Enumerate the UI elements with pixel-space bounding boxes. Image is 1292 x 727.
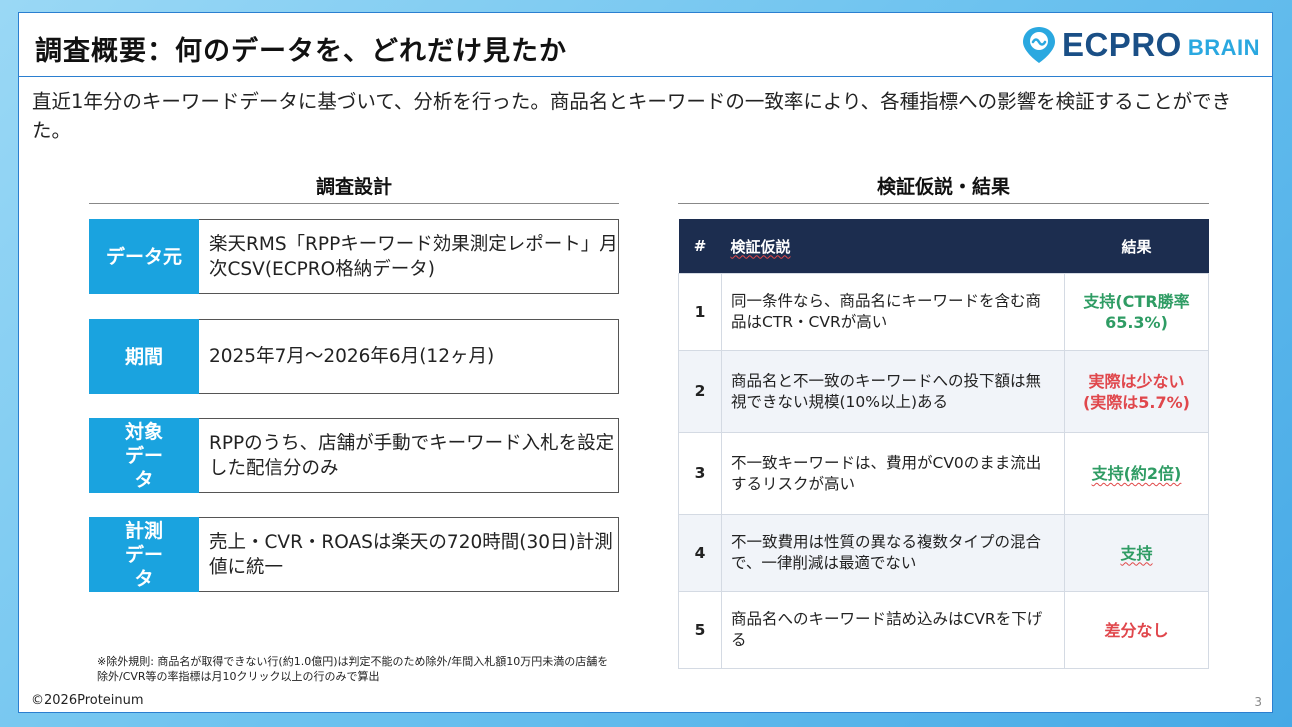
design-value: RPPのうち、店舗が手動でキーワード入札を設定した配信分のみ (199, 418, 619, 493)
table-row: 4 不一致費用は性質の異なる複数タイプの混合で、一律削減は最適でない 支持 (678, 514, 1209, 592)
row-result: 支持(約2倍) (1064, 432, 1209, 515)
design-label: 対象データ (89, 418, 199, 493)
logo: ECPRO BRAIN (1020, 25, 1260, 65)
row-result: 実際は少ない (実際は5.7%) (1064, 350, 1209, 433)
design-label: データ元 (89, 219, 199, 294)
design-label: 計測データ (89, 517, 199, 592)
design-row-source: データ元 楽天RMS「RPPキーワード効果測定レポート」月次CSV(ECPRO格… (89, 219, 619, 294)
row-num: 4 (678, 514, 722, 592)
table-row: 1 同一条件なら、商品名にキーワードを含む商品はCTR・CVRが高い 支持(CT… (678, 273, 1209, 351)
design-row-measure: 計測データ 売上・CVR・ROASは楽天の720時間(30日)計測値に統一 (89, 517, 619, 592)
design-row-period: 期間 2025年7月～2026年6月(12ヶ月) (89, 319, 619, 394)
row-hypothesis: 商品名と不一致のキーワードへの投下額は無視できない規模(10%以上)ある (721, 350, 1065, 433)
column-header-hypothesis: 検証仮説 (721, 219, 1065, 274)
row-result: 支持(CTR勝率 65.3%) (1064, 273, 1209, 351)
row-result: 支持 (1064, 514, 1209, 592)
table-row: 5 商品名へのキーワード詰め込みはCVRを下げる 差分なし (678, 591, 1209, 669)
design-label: 期間 (89, 319, 199, 394)
design-value: 2025年7月～2026年6月(12ヶ月) (199, 319, 619, 394)
row-result-text: 支持(約2倍) (1091, 464, 1182, 483)
row-num: 3 (678, 432, 722, 515)
table-header-row: # 検証仮説 結果 (678, 219, 1209, 274)
column-header-num: # (678, 219, 722, 274)
lead-text: 直近1年分のキーワードデータに基づいて、分析を行った。商品名とキーワードの一致率… (32, 90, 1232, 142)
row-hypothesis: 不一致費用は性質の異なる複数タイプの混合で、一律削減は最適でない (721, 514, 1065, 592)
row-num: 1 (678, 273, 722, 351)
design-value: 楽天RMS「RPPキーワード効果測定レポート」月次CSV(ECPRO格納データ) (199, 219, 619, 294)
column-header-hypothesis-text: 検証仮説 (730, 237, 791, 256)
table-row: 3 不一致キーワードは、費用がCV0のまま流出するリスクが高い 支持(約2倍) (678, 432, 1209, 515)
row-hypothesis: 同一条件なら、商品名にキーワードを含む商品はCTR・CVRが高い (721, 273, 1065, 351)
logo-subtext: BRAIN (1187, 35, 1260, 60)
logo-text: ECPRO (1061, 26, 1182, 63)
table-row: 2 商品名と不一致のキーワードへの投下額は無視できない規模(10%以上)ある 実… (678, 350, 1209, 433)
results-table: # 検証仮説 結果 1 同一条件なら、商品名にキーワードを含む商品はCTR・CV… (678, 219, 1209, 669)
title-divider (19, 76, 1272, 77)
row-num: 2 (678, 350, 722, 433)
row-result-text: 支持 (1120, 543, 1153, 563)
location-pin-icon (1022, 27, 1055, 63)
footnote: ※除外規則: 商品名が取得できない行(約1.0億円)は判定不能のため除外/年間入… (97, 655, 609, 683)
row-result: 差分なし (1064, 591, 1209, 669)
slide: 調査概要：何のデータを、どれだけ見たか ECPRO BRAIN 直近1年分のキー… (18, 12, 1273, 713)
row-hypothesis: 商品名へのキーワード詰め込みはCVRを下げる (721, 591, 1065, 669)
row-hypothesis: 不一致キーワードは、費用がCV0のまま流出するリスクが高い (721, 432, 1065, 515)
column-header-result: 結果 (1064, 219, 1209, 274)
page-title: 調査概要：何のデータを、どれだけ見たか (35, 36, 567, 67)
results-heading: 検証仮説・結果 (876, 176, 1010, 198)
design-heading: 調査設計 (315, 176, 392, 198)
row-num: 5 (678, 591, 722, 669)
page-number: 3 (1254, 695, 1262, 709)
design-divider (89, 203, 619, 204)
design-row-target: 対象データ RPPのうち、店舗が手動でキーワード入札を設定した配信分のみ (89, 418, 619, 493)
copyright: ©2026Proteinum (31, 693, 144, 708)
design-value: 売上・CVR・ROASは楽天の720時間(30日)計測値に統一 (199, 517, 619, 592)
results-divider (678, 203, 1209, 204)
